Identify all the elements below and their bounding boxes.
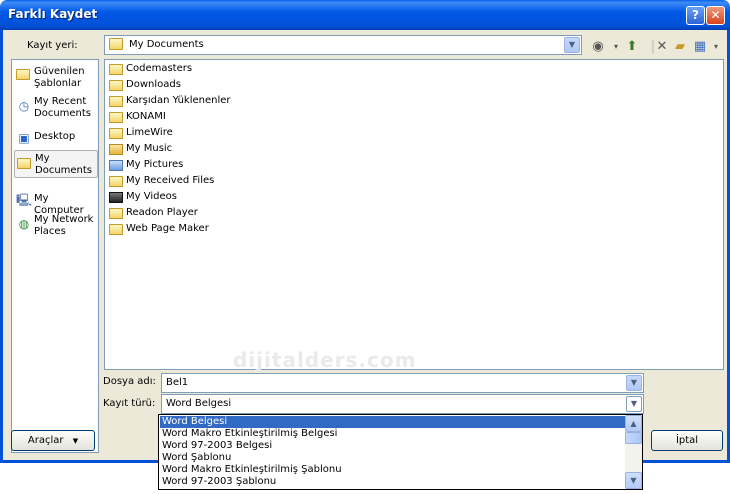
scroll-up-icon[interactable]: ▲ bbox=[625, 415, 642, 432]
my-computer-icon: 🖳 bbox=[16, 193, 33, 207]
filetype-option[interactable]: Word Belgesi bbox=[159, 415, 626, 429]
folder-icon bbox=[109, 224, 123, 235]
filetype-option[interactable]: Word 97-2003 Şablonu bbox=[160, 476, 625, 488]
filename-input[interactable]: Bel1 ▼ bbox=[161, 373, 644, 393]
filetype-dropdown-list[interactable]: Word Belgesi Word Makro Etkinleştirilmiş… bbox=[158, 414, 643, 490]
list-item[interactable]: KONAMI bbox=[109, 110, 329, 126]
location-value: My Documents bbox=[129, 39, 204, 50]
folder-icon bbox=[109, 64, 123, 75]
place-label: Güvenilen Şablonlar bbox=[34, 66, 85, 89]
filename-label: Dosya adı: bbox=[103, 376, 156, 387]
place-label: My Network Places bbox=[34, 214, 94, 237]
filetype-option[interactable]: Word 97-2003 Belgesi bbox=[160, 440, 625, 452]
folder-icon bbox=[109, 208, 123, 219]
tools-button[interactable]: Araçlar ▼ bbox=[11, 430, 95, 451]
cancel-button[interactable]: İptal bbox=[651, 430, 723, 451]
list-item[interactable]: LimeWire bbox=[109, 126, 329, 142]
place-trusted-templates[interactable]: Güvenilen Şablonlar bbox=[14, 64, 98, 94]
cancel-button-label: İptal bbox=[675, 435, 699, 446]
filetype-value: Word Belgesi bbox=[166, 398, 232, 409]
new-folder-icon[interactable]: ▰ bbox=[671, 38, 689, 56]
desktop-icon: ▣ bbox=[18, 131, 30, 145]
place-network-places[interactable]: ◍ My Network Places bbox=[14, 212, 98, 242]
folder-icon bbox=[109, 176, 123, 187]
up-folder-icon[interactable]: ⬆ bbox=[623, 38, 641, 56]
window-title: Farklı Kaydet bbox=[8, 7, 98, 21]
folder-icon bbox=[109, 80, 123, 91]
help-button[interactable]: ? bbox=[686, 6, 705, 25]
filetype-label: Kayıt türü: bbox=[103, 398, 156, 409]
filetype-select[interactable]: Word Belgesi ▼ bbox=[161, 394, 644, 414]
title-bar[interactable]: Farklı Kaydet ? ✕ bbox=[0, 0, 730, 30]
music-folder-icon bbox=[109, 144, 123, 155]
views-dropdown-icon[interactable]: ▾ bbox=[707, 38, 725, 56]
filetype-option[interactable]: Word Şablonu bbox=[160, 452, 625, 464]
pictures-folder-icon bbox=[109, 160, 123, 171]
filetype-option[interactable]: Word Makro Etkinleştirilmiş Şablonu bbox=[160, 464, 625, 476]
file-list[interactable]: Codemasters Downloads Karşıdan Yüklenenl… bbox=[104, 59, 724, 372]
chevron-down-icon: ▼ bbox=[72, 437, 79, 445]
folder-icon bbox=[109, 96, 123, 107]
my-documents-icon bbox=[109, 38, 123, 50]
list-item[interactable]: Karşıdan Yüklenenler bbox=[109, 94, 329, 110]
save-as-dialog: Farklı Kaydet ? ✕ Kayıt yeri: My Documen… bbox=[0, 0, 730, 463]
list-item[interactable]: Readon Player bbox=[109, 206, 329, 222]
places-bar: Güvenilen Şablonlar ◷ My Recent Document… bbox=[11, 59, 99, 453]
recent-documents-icon: ◷ bbox=[18, 99, 30, 113]
dropdown-scrollbar[interactable]: ▲ ▼ bbox=[625, 415, 642, 489]
scroll-thumb[interactable] bbox=[625, 432, 642, 444]
place-recent-documents[interactable]: ◷ My Recent Documents bbox=[14, 94, 98, 124]
watermark: dijitalders.com bbox=[233, 348, 417, 372]
dialog-body: Kayıt yeri: My Documents ▼ ◉ ▾ ⬆ | ✕ ▰ ▦… bbox=[0, 30, 730, 463]
list-item[interactable]: Web Page Maker bbox=[109, 222, 329, 238]
list-item[interactable]: Downloads bbox=[109, 78, 329, 94]
close-button[interactable]: ✕ bbox=[706, 6, 725, 25]
list-item[interactable]: My Music bbox=[109, 142, 329, 158]
my-documents-icon bbox=[17, 158, 31, 169]
list-item[interactable]: My Pictures bbox=[109, 158, 329, 174]
folder-icon bbox=[109, 112, 123, 123]
list-item[interactable]: Codemasters bbox=[109, 62, 329, 78]
chevron-down-icon[interactable]: ▼ bbox=[626, 375, 642, 391]
chevron-down-icon[interactable]: ▼ bbox=[626, 396, 642, 412]
tools-button-label: Araçlar bbox=[27, 435, 64, 446]
location-combobox[interactable]: My Documents ▼ bbox=[104, 35, 582, 55]
location-label: Kayıt yeri: bbox=[27, 40, 78, 51]
place-my-documents[interactable]: My Documents bbox=[14, 150, 98, 178]
delete-icon[interactable]: ✕ bbox=[653, 38, 671, 56]
scroll-down-icon[interactable]: ▼ bbox=[625, 472, 642, 489]
filename-value: Bel1 bbox=[166, 377, 189, 388]
back-icon[interactable]: ◉ bbox=[589, 38, 607, 56]
list-item[interactable]: My Videos bbox=[109, 190, 329, 206]
place-label: My Documents bbox=[35, 153, 93, 176]
folder-icon bbox=[109, 128, 123, 139]
list-item[interactable]: My Received Files bbox=[109, 174, 329, 190]
chevron-down-icon[interactable]: ▼ bbox=[564, 37, 580, 53]
filetype-option[interactable]: Word Makro Etkinleştirilmiş Belgesi bbox=[160, 428, 625, 440]
network-places-icon: ◍ bbox=[18, 217, 30, 231]
place-label: Desktop bbox=[34, 131, 76, 142]
trusted-templates-icon bbox=[16, 69, 30, 80]
place-label: My Recent Documents bbox=[34, 96, 92, 119]
videos-folder-icon bbox=[109, 192, 123, 203]
